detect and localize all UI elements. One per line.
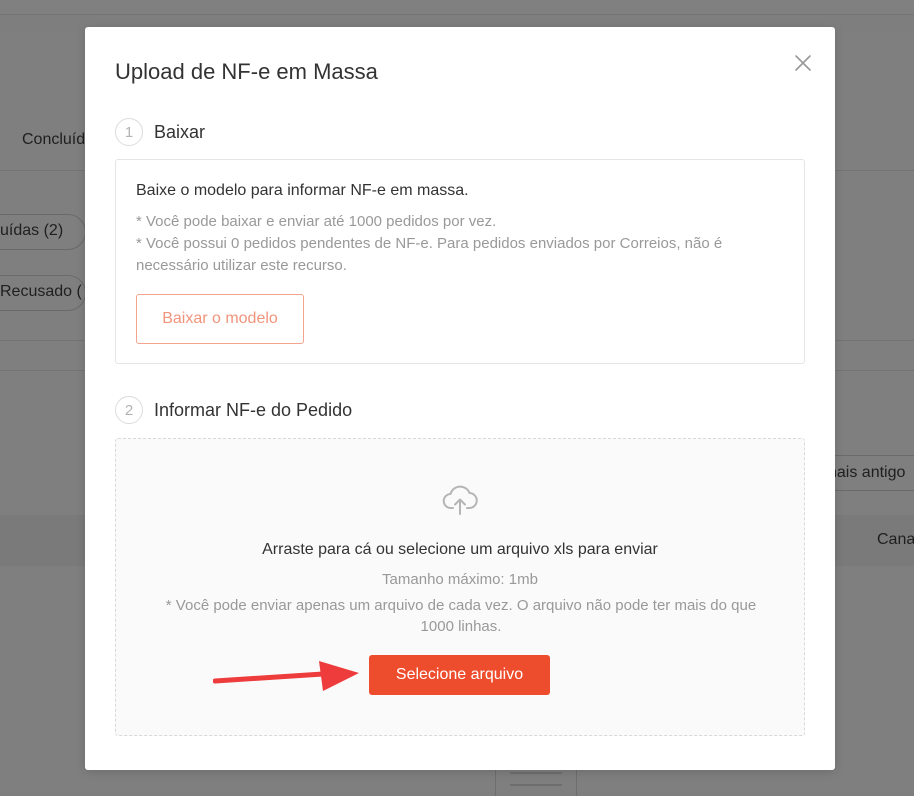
download-section: Baixe o modelo para informar NF-e em mas… xyxy=(115,159,805,364)
annotation-arrow-icon xyxy=(212,660,363,694)
step-1-header: 1 Baixar xyxy=(115,118,205,146)
step-1-title: Baixar xyxy=(154,121,206,142)
background-topbar xyxy=(0,0,914,15)
download-heading: Baixe o modelo para informar NF-e em mas… xyxy=(136,182,469,199)
background-right-text: nais antigo xyxy=(828,464,906,481)
step-1-number: 1 xyxy=(115,118,143,146)
upload-note: * Você pode enviar apenas um arquivo de … xyxy=(165,597,757,635)
close-icon[interactable] xyxy=(791,51,815,75)
divider xyxy=(510,772,562,774)
background-right-header: Cana xyxy=(877,531,914,548)
upload-modal: Upload de NF-e em Massa 1 Baixar Baixe o… xyxy=(85,27,835,770)
divider xyxy=(510,784,562,786)
background-status-label: Recusado ( xyxy=(0,283,82,300)
download-note-limit: * Você pode baixar e enviar até 1000 ped… xyxy=(136,213,497,230)
cloud-upload-icon xyxy=(442,483,478,517)
download-template-button[interactable]: Baixar o modelo xyxy=(136,294,304,344)
step-2-header: 2 Informar NF-e do Pedido xyxy=(115,396,352,424)
background-filter-label: uídas (2) xyxy=(0,222,64,239)
drop-zone-title: Arraste para cá ou selecione um arquivo … xyxy=(262,541,658,558)
step-2-title: Informar NF-e do Pedido xyxy=(154,399,353,420)
select-file-button[interactable]: Selecione arquivo xyxy=(369,655,550,695)
max-size-label: Tamanho máximo: 1mb xyxy=(382,571,538,588)
modal-title: Upload de NF-e em Massa xyxy=(115,59,378,84)
download-note-pending: * Você possui 0 pedidos pendentes de NF-… xyxy=(136,235,723,274)
step-2-number: 2 xyxy=(115,396,143,424)
background-tab: Concluíd xyxy=(22,131,86,148)
